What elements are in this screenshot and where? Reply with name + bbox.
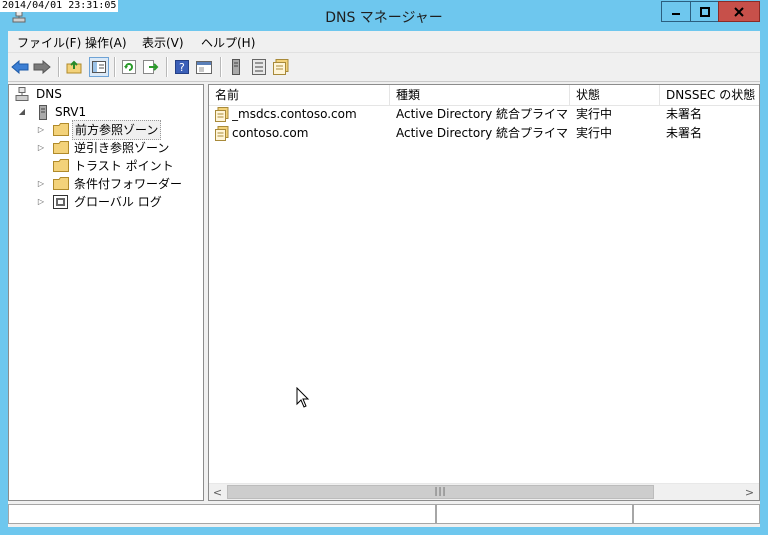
zone-name: contoso.com <box>232 126 309 140</box>
column-header-name[interactable]: 名前 <box>209 85 390 105</box>
server-icon <box>39 105 47 120</box>
zone-row[interactable]: contoso.com Active Directory 統合プライマリ 実行中… <box>209 124 759 143</box>
column-header-dnssec[interactable]: DNSSEC の状態 <box>660 85 759 105</box>
menu-help[interactable]: ヘルプ(H) <box>201 34 255 51</box>
horizontal-scrollbar[interactable]: < ||| > <box>209 483 759 500</box>
folder-icon <box>53 159 69 172</box>
toolbar: ? <box>8 52 760 82</box>
column-header-status[interactable]: 状態 <box>570 85 660 105</box>
zone-dnssec: 未署名 <box>666 107 703 121</box>
folder-icon <box>53 177 69 190</box>
column-header-type[interactable]: 種類 <box>390 85 570 105</box>
list-header: 名前 種類 状態 DNSSEC の状態 <box>209 85 759 106</box>
export-list-button[interactable] <box>142 58 160 76</box>
zone-list-pane: 名前 種類 状態 DNSSEC の状態 _msdcs.contoso.com A… <box>208 84 760 501</box>
tree-label-global-logs: グローバル ログ <box>74 195 162 209</box>
status-panel-3 <box>633 504 760 524</box>
tree-item-trust-points[interactable]: トラスト ポイント <box>15 157 195 175</box>
menu-file[interactable]: ファイル(F) <box>17 34 81 51</box>
expand-arrow-icon[interactable]: ▷ <box>37 125 45 134</box>
server-icon <box>232 59 240 75</box>
dns-root-icon <box>15 87 29 101</box>
zone-icon <box>215 107 229 122</box>
list-view-button[interactable] <box>250 58 268 76</box>
back-icon <box>11 60 29 74</box>
forward-icon <box>33 60 51 74</box>
tree-item-conditional-forwarders[interactable]: ▷ 条件付フォワーダー <box>15 175 195 193</box>
zone-name: _msdcs.contoso.com <box>232 107 357 121</box>
tree-item-global-logs[interactable]: ▷ グローバル ログ <box>15 193 195 211</box>
svg-text:?: ? <box>179 61 185 74</box>
tree-item-reverse-zones[interactable]: ▷ 逆引き参照ゾーン <box>15 139 195 157</box>
expand-arrow-icon[interactable]: ▷ <box>37 143 45 152</box>
tree-label-trust-points: トラスト ポイント <box>74 159 174 173</box>
client-area: ファイル(F) 操作(A) 表示(V) ヘルプ(H) ? DNS ◢ SRV1 … <box>8 31 760 527</box>
tree-item-dns[interactable]: DNS <box>15 85 195 103</box>
menu-view[interactable]: 表示(V) <box>142 34 184 51</box>
timestamp-overlay: 2014/04/01 23:31:05 <box>0 0 119 12</box>
collapse-arrow-icon[interactable]: ◢ <box>18 107 26 116</box>
console-icon <box>196 60 212 74</box>
close-button[interactable] <box>718 1 760 22</box>
tree-label-dns: DNS <box>36 87 62 101</box>
maximize-icon <box>699 6 710 17</box>
tree-item-forward-zones[interactable]: ▷ 前方参照ゾーン <box>15 120 195 140</box>
zone-status: 実行中 <box>576 107 613 121</box>
expand-arrow-icon[interactable]: ▷ <box>37 197 45 206</box>
up-folder-icon <box>66 60 82 74</box>
status-panel-1 <box>8 504 436 524</box>
menu-bar: ファイル(F) 操作(A) 表示(V) ヘルプ(H) <box>8 31 760 52</box>
minimize-button[interactable] <box>661 1 691 22</box>
close-icon <box>734 6 744 17</box>
zone-type: Active Directory 統合プライマリ <box>396 107 568 121</box>
folder-icon <box>53 141 69 154</box>
minimize-icon <box>672 12 680 15</box>
log-icon <box>53 195 68 209</box>
properties-icon <box>273 59 289 75</box>
zone-status: 実行中 <box>576 126 613 140</box>
back-button[interactable] <box>11 58 29 76</box>
tree-pane: DNS ◢ SRV1 ▷ 前方参照ゾーン ▷ 逆引き参照ゾーン トラスト ポイン… <box>8 84 204 501</box>
folder-icon <box>53 123 69 136</box>
properties-button[interactable] <box>272 58 290 76</box>
status-panel-2 <box>436 504 633 524</box>
help-button[interactable]: ? <box>173 58 191 76</box>
menu-action[interactable]: 操作(A) <box>85 34 127 51</box>
tree-item-srv1[interactable]: ◢ SRV1 <box>15 103 195 121</box>
status-bar <box>8 503 760 525</box>
tree-label-srv1: SRV1 <box>55 105 87 119</box>
scroll-left-arrow-icon[interactable]: < <box>209 484 226 500</box>
zone-dnssec: 未署名 <box>666 126 703 140</box>
scroll-right-arrow-icon[interactable]: > <box>741 484 758 500</box>
scroll-thumb[interactable]: ||| <box>227 485 654 499</box>
console-button[interactable] <box>195 58 213 76</box>
export-list-icon <box>143 60 159 74</box>
tree-label-forward-zones: 前方参照ゾーン <box>72 120 162 140</box>
show-hide-tree-button[interactable] <box>89 57 109 77</box>
zone-row[interactable]: _msdcs.contoso.com Active Directory 統合プラ… <box>209 105 759 124</box>
tree-label-conditional-forwarders: 条件付フォワーダー <box>74 177 183 191</box>
server-button[interactable] <box>227 58 245 76</box>
expand-arrow-icon[interactable]: ▷ <box>37 179 45 188</box>
mouse-cursor-icon <box>296 387 310 408</box>
tree-label-reverse-zones: 逆引き参照ゾーン <box>74 141 170 155</box>
refresh-icon <box>122 60 136 74</box>
list-view-icon <box>252 59 266 75</box>
zone-icon <box>215 126 229 141</box>
refresh-button[interactable] <box>120 58 138 76</box>
up-folder-button[interactable] <box>65 58 83 76</box>
maximize-button[interactable] <box>690 1 719 22</box>
show-hide-tree-icon <box>92 61 106 73</box>
help-icon: ? <box>175 60 189 74</box>
zone-type: Active Directory 統合プライマリ <box>396 126 568 140</box>
forward-button[interactable] <box>33 58 51 76</box>
